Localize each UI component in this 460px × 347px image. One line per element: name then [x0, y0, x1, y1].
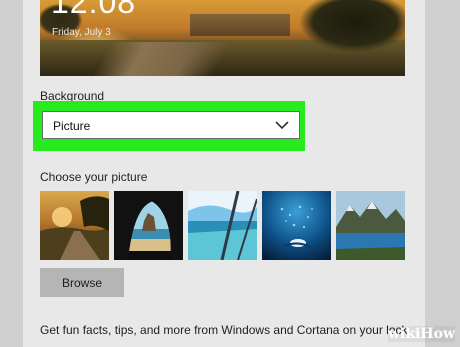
wikihow-watermark: wikiHow: [387, 326, 455, 342]
sunset-road-image[interactable]: [40, 191, 109, 260]
mountain-lake-image[interactable]: [336, 191, 405, 260]
lock-screen-date: Friday, July 3: [52, 27, 111, 38]
dropdown-selected-value: Picture: [53, 119, 91, 133]
preview-tree: [280, 0, 405, 60]
chevron-down-icon: [275, 121, 289, 130]
sea-window-image[interactable]: [188, 191, 257, 260]
lock-screen-clock: 12:08: [51, 0, 137, 20]
preview-building: [190, 14, 290, 36]
beach-cave-image[interactable]: [114, 191, 183, 260]
fun-facts-text: Get fun facts, tips, and more from Windo…: [40, 323, 408, 337]
preview-road: [88, 42, 232, 76]
background-dropdown[interactable]: Picture: [42, 111, 300, 139]
picture-thumbnails: [40, 191, 405, 260]
choose-picture-label: Choose your picture: [40, 170, 148, 184]
browse-button[interactable]: Browse: [40, 268, 124, 297]
underwater-diver-image[interactable]: [262, 191, 331, 260]
lock-screen-preview: 12:08 Friday, July 3: [40, 0, 405, 76]
